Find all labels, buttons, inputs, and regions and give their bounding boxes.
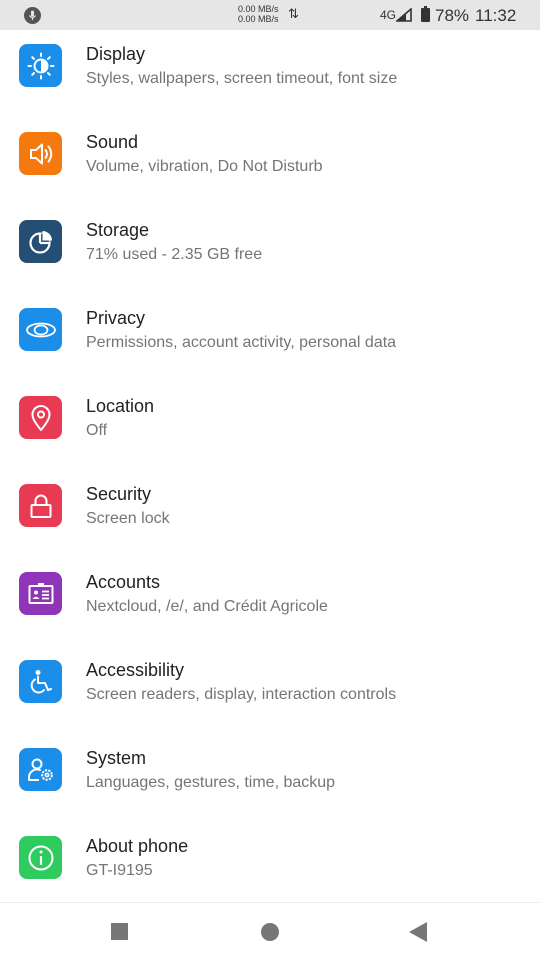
settings-item-subtitle: 71% used - 2.35 GB free [86,246,263,263]
settings-item-subtitle: Nextcloud, /e/, and Crédit Agricole [86,598,328,615]
display-icon [19,44,62,87]
microphone-notification-icon [24,7,41,24]
status-bar: 0.00 MB/s 0.00 MB/s ⇅ 4G 78% 11:32 [0,0,540,30]
settings-item-subtitle: Volume, vibration, Do Not Disturb [86,158,323,175]
recents-button[interactable] [111,923,128,940]
settings-item-display[interactable]: Display Styles, wallpapers, screen timeo… [0,30,540,118]
data-transfer-icon: ⇅ [288,6,299,21]
settings-item-subtitle: Off [86,422,108,439]
home-button[interactable] [261,923,279,941]
battery-icon [421,6,430,22]
accounts-icon [19,572,62,615]
location-icon [19,396,62,439]
back-button[interactable] [409,922,427,942]
settings-item-subtitle: GT-I9195 [86,862,153,879]
settings-item-sound[interactable]: Sound Volume, vibration, Do Not Disturb [0,118,540,206]
settings-item-storage[interactable]: Storage 71% used - 2.35 GB free [0,206,540,294]
settings-item-title: Storage [86,220,150,240]
settings-item-privacy[interactable]: Privacy Permissions, account activity, p… [0,294,540,382]
battery-percent: 78% [435,6,470,25]
settings-item-title: Privacy [86,308,146,328]
settings-item-title: Display [86,44,146,64]
network-speed-up: 0.00 MB/s [238,4,279,14]
info-icon [19,836,62,879]
sound-icon [19,132,62,175]
network-type: 4G [380,8,397,22]
settings-item-title: Location [86,396,155,416]
settings-item-title: Security [86,484,152,504]
lock-icon [19,484,62,527]
settings-item-title: System [86,748,147,768]
settings-item-about-phone[interactable]: About phone GT-I9195 [0,822,540,910]
settings-item-subtitle: Screen lock [86,510,170,527]
system-icon [19,748,62,791]
settings-item-subtitle: Languages, gestures, time, backup [86,774,336,791]
settings-item-accessibility[interactable]: Accessibility Screen readers, display, i… [0,646,540,734]
settings-item-system[interactable]: System Languages, gestures, time, backup [0,734,540,822]
accessibility-icon [19,660,62,703]
settings-item-security[interactable]: Security Screen lock [0,470,540,558]
settings-item-title: About phone [86,836,189,856]
settings-item-location[interactable]: Location Off [0,382,540,470]
settings-item-subtitle: Permissions, account activity, personal … [86,334,397,351]
settings-item-subtitle: Styles, wallpapers, screen timeout, font… [86,70,398,87]
storage-icon [19,220,62,263]
network-speed: 0.00 MB/s 0.00 MB/s [238,4,279,24]
network-speed-down: 0.00 MB/s [238,14,279,24]
signal-icon [394,7,412,27]
settings-item-title: Sound [86,132,139,152]
clock: 11:32 [475,6,517,25]
settings-list: Display Styles, wallpapers, screen timeo… [0,30,540,910]
navigation-bar [0,902,540,961]
settings-item-title: Accounts [86,572,161,592]
settings-item-accounts[interactable]: Accounts Nextcloud, /e/, and Crédit Agri… [0,558,540,646]
settings-item-subtitle: Screen readers, display, interaction con… [86,686,397,703]
settings-item-title: Accessibility [86,660,185,680]
privacy-icon [19,308,62,351]
